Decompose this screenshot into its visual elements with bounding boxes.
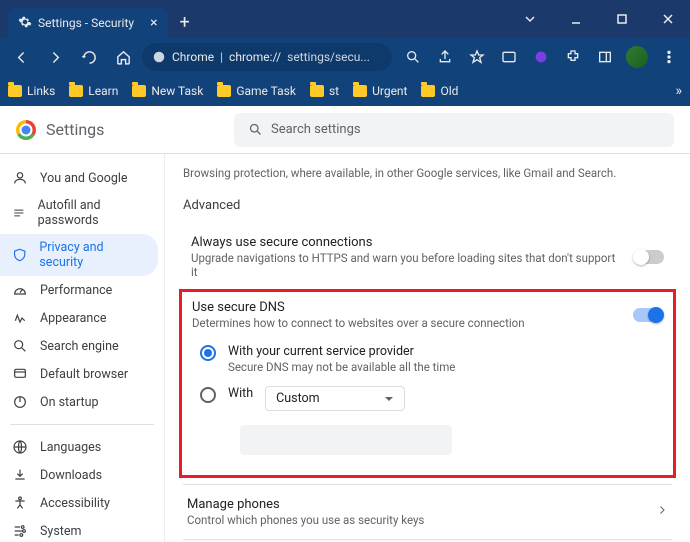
ext-ball-icon[interactable] — [526, 42, 556, 72]
folder-icon — [310, 85, 324, 97]
settings-search[interactable]: Search settings — [234, 113, 674, 147]
row-title: Use secure DNS — [192, 300, 623, 315]
new-tab-button[interactable]: + — [180, 12, 190, 33]
sidepanel-icon[interactable] — [590, 42, 620, 72]
sidebar-item-system[interactable]: System — [0, 517, 158, 542]
always-secure-toggle[interactable] — [634, 250, 664, 264]
menu-icon[interactable] — [654, 42, 684, 72]
settings-main: Browsing protection, where available, in… — [165, 106, 690, 542]
bookmark-folder[interactable]: Links — [8, 84, 55, 98]
prev-section-overflow: Browsing protection, where available, in… — [183, 166, 672, 190]
url-path: settings/secu... — [287, 50, 370, 64]
reload-button[interactable] — [74, 42, 104, 72]
advanced-heading: Advanced — [183, 190, 672, 225]
folder-icon — [132, 85, 146, 97]
dropdown-arrow-icon — [384, 394, 394, 404]
bookmark-folder[interactable]: New Task — [132, 84, 203, 98]
bookmark-folder[interactable]: Old — [421, 84, 458, 98]
bookmark-folder[interactable]: Learn — [69, 84, 118, 98]
profile-avatar[interactable] — [622, 42, 652, 72]
tab-close-icon[interactable]: × — [150, 15, 157, 31]
chrome-logo — [16, 120, 36, 140]
sidebar-item-you-and-google[interactable]: You and Google — [0, 164, 158, 192]
sidebar-item-autofill[interactable]: Autofill and passwords — [0, 192, 158, 234]
search-placeholder: Search settings — [271, 122, 361, 137]
bookmark-folder[interactable]: Urgent — [353, 84, 407, 98]
dns-option-custom[interactable]: With Custom — [200, 380, 667, 417]
sidebar-item-appearance[interactable]: Appearance — [0, 304, 158, 332]
custom-dns-input[interactable] — [240, 425, 452, 455]
folder-icon — [69, 85, 83, 97]
row-sub: Upgrade navigations to HTTPS and warn yo… — [191, 251, 624, 279]
settings-sidebar: You and Google Autofill and passwords Pr… — [0, 106, 165, 542]
browser-tab[interactable]: Settings - Security × — [8, 8, 168, 38]
chrome-icon — [152, 50, 166, 64]
chevron-down-icon[interactable] — [508, 0, 552, 38]
folder-icon — [217, 85, 231, 97]
manage-phones-row[interactable]: Manage phones Control which phones you u… — [183, 484, 672, 539]
url-host: Chrome — [172, 50, 214, 64]
sidebar-item-languages[interactable]: Languages — [0, 433, 158, 461]
sidebar-item-search-engine[interactable]: Search engine — [0, 332, 158, 360]
always-secure-row: Always use secure connections Upgrade na… — [183, 225, 672, 289]
folder-icon — [8, 85, 22, 97]
dns-option-current-provider[interactable]: With your current service provider Secur… — [200, 338, 667, 380]
cast-icon[interactable] — [494, 42, 524, 72]
bookmarks-bar: Links Learn New Task Game Task st Urgent… — [0, 76, 690, 106]
bookmark-folder[interactable]: Game Task — [217, 84, 296, 98]
bookmark-folder[interactable]: st — [310, 84, 339, 98]
home-button[interactable] — [108, 42, 138, 72]
radio-icon — [200, 345, 216, 361]
minimize-button[interactable] — [554, 0, 598, 38]
chevron-right-icon — [656, 504, 668, 520]
secure-dns-highlight: Use secure DNS Determines how to connect… — [179, 289, 676, 478]
bookmarks-overflow[interactable]: » — [675, 83, 682, 99]
sidebar-item-privacy-security[interactable]: Privacy and security — [0, 234, 158, 276]
maximize-button[interactable] — [600, 0, 644, 38]
search-icon — [248, 122, 263, 137]
forward-button[interactable] — [40, 42, 70, 72]
share-icon[interactable] — [430, 42, 460, 72]
search-icon[interactable] — [398, 42, 428, 72]
gear-icon — [18, 15, 32, 32]
address-bar[interactable]: Chrome | chrome://settings/secu... — [142, 43, 392, 71]
tab-title: Settings - Security — [38, 16, 134, 30]
folder-icon — [353, 85, 367, 97]
close-window-button[interactable] — [646, 0, 690, 38]
dns-provider-select[interactable]: Custom — [265, 386, 405, 411]
secure-dns-toggle[interactable] — [633, 308, 663, 322]
extensions-icon[interactable] — [558, 42, 588, 72]
row-title: Always use secure connections — [191, 235, 624, 250]
star-icon[interactable] — [462, 42, 492, 72]
page-title: Settings — [46, 120, 104, 139]
sidebar-item-on-startup[interactable]: On startup — [0, 388, 158, 416]
row-sub: Determines how to connect to websites ov… — [192, 316, 623, 330]
folder-icon — [421, 85, 435, 97]
sidebar-item-accessibility[interactable]: Accessibility — [0, 489, 158, 517]
radio-icon — [200, 387, 216, 403]
sidebar-item-performance[interactable]: Performance — [0, 276, 158, 304]
sidebar-item-downloads[interactable]: Downloads — [0, 461, 158, 489]
url-scheme: chrome:// — [229, 50, 281, 64]
sidebar-item-default-browser[interactable]: Default browser — [0, 360, 158, 388]
back-button[interactable] — [6, 42, 36, 72]
